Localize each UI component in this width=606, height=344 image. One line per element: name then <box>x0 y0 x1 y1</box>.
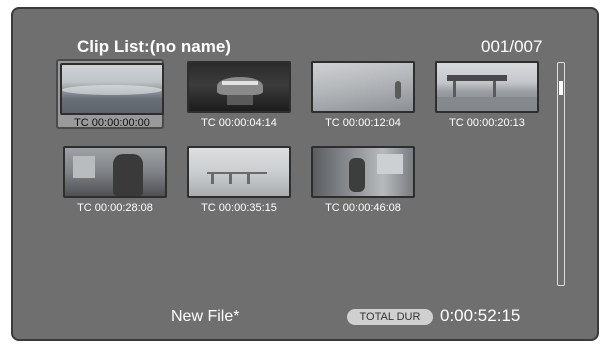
clip-timecode-6: TC 00:00:35:15 <box>201 202 277 214</box>
clip-timecode-1: TC 00:00:00:00 <box>74 117 150 129</box>
file-name: New File* <box>171 308 240 325</box>
clip-thumbnail-2[interactable]: TC 00:00:04:14 <box>185 61 293 131</box>
clip-thumbnail-7[interactable]: TC 00:00:46:08 <box>309 146 417 216</box>
vertical-scrollbar[interactable] <box>557 62 565 286</box>
clip-image-6 <box>187 146 291 198</box>
clip-thumbnail-6[interactable]: TC 00:00:35:15 <box>185 146 293 216</box>
clip-counter: 001/007 <box>481 37 543 56</box>
clip-timecode-5: TC 00:00:28:08 <box>77 202 153 214</box>
clip-image-1 <box>60 63 164 115</box>
total-dur-badge: TOTAL DUR <box>347 309 433 325</box>
clip-thumbnail-5[interactable]: TC 00:00:28:08 <box>61 146 169 216</box>
clip-image-3 <box>311 61 415 113</box>
clip-thumbnail-1[interactable]: TC 00:00:00:00 <box>56 59 164 129</box>
clip-image-2 <box>187 61 291 113</box>
clip-timecode-7: TC 00:00:46:08 <box>325 202 401 214</box>
clip-image-7 <box>311 146 415 198</box>
clip-timecode-3: TC 00:00:12:04 <box>325 117 401 129</box>
scrollbar-thumb[interactable] <box>559 81 563 95</box>
page-title: Clip List:(no name) <box>77 37 231 56</box>
clip-thumbnail-4[interactable]: TC 00:00:20:13 <box>433 61 541 131</box>
clip-image-5 <box>63 146 167 198</box>
clip-thumbnail-3[interactable]: TC 00:00:12:04 <box>309 61 417 131</box>
clip-list-screen: Clip List:(no name) 001/007 TC 00:00:00:… <box>11 7 599 341</box>
total-duration-value: 0:00:52:15 <box>440 306 521 325</box>
clip-timecode-2: TC 00:00:04:14 <box>201 117 277 129</box>
clip-image-4 <box>435 61 539 113</box>
clip-timecode-4: TC 00:00:20:13 <box>449 117 525 129</box>
